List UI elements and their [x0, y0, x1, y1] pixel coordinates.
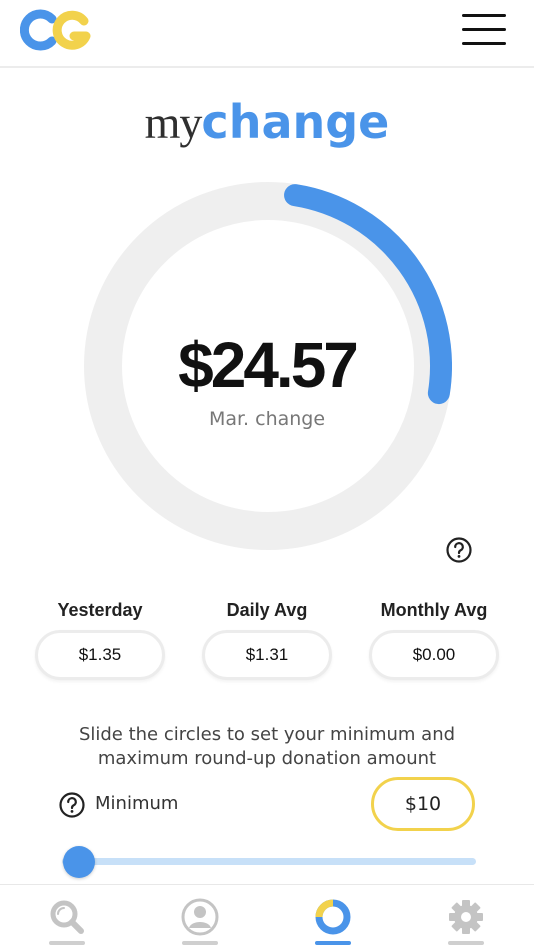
tab-search[interactable] — [27, 885, 107, 951]
tab-indicator — [49, 941, 85, 945]
stat-daily-avg: Daily Avg $1.31 — [197, 598, 337, 680]
tab-mychange[interactable] — [293, 885, 373, 951]
tab-profile[interactable] — [160, 885, 240, 951]
stat-value: $0.00 — [369, 630, 499, 680]
gear-icon — [449, 900, 483, 934]
cg-logo[interactable] — [19, 9, 92, 51]
minimum-value-field[interactable]: $10 — [371, 777, 475, 831]
page-title: mychange — [0, 92, 534, 153]
tab-indicator — [448, 941, 484, 945]
minimum-label: Minimum — [95, 793, 179, 814]
title-change: change — [201, 95, 390, 149]
donut-chart-icon — [315, 899, 351, 935]
monthly-change-amount: $24.57 — [178, 329, 359, 401]
stat-monthly-avg: Monthly Avg $0.00 — [364, 598, 504, 680]
stat-label: Daily Avg — [226, 600, 308, 620]
user-icon — [181, 898, 219, 936]
roundup-instruction: Slide the circles to set your minimum an… — [78, 724, 456, 769]
tab-indicator — [315, 941, 351, 945]
stat-value: $1.35 — [35, 630, 165, 680]
tab-indicator — [182, 941, 218, 945]
app-header — [0, 0, 534, 68]
search-icon — [50, 900, 84, 934]
question-circle-icon[interactable] — [446, 537, 472, 563]
stats-row: Yesterday $1.35 Daily Avg $1.31 Monthly … — [30, 598, 504, 688]
stat-label: Monthly Avg — [380, 600, 488, 620]
monthly-change-label: Mar. change — [208, 408, 326, 430]
stat-label: Yesterday — [57, 600, 143, 620]
hamburger-menu-icon[interactable] — [458, 10, 510, 50]
bottom-tab-bar — [0, 884, 534, 951]
stat-value: $1.31 — [202, 630, 332, 680]
roundup-slider-track[interactable] — [62, 858, 476, 865]
tab-settings[interactable] — [426, 885, 506, 951]
title-my: my — [144, 97, 203, 148]
minimum-slider-handle[interactable] — [63, 846, 95, 878]
stat-yesterday: Yesterday $1.35 — [30, 598, 170, 680]
question-circle-icon[interactable] — [59, 792, 85, 818]
